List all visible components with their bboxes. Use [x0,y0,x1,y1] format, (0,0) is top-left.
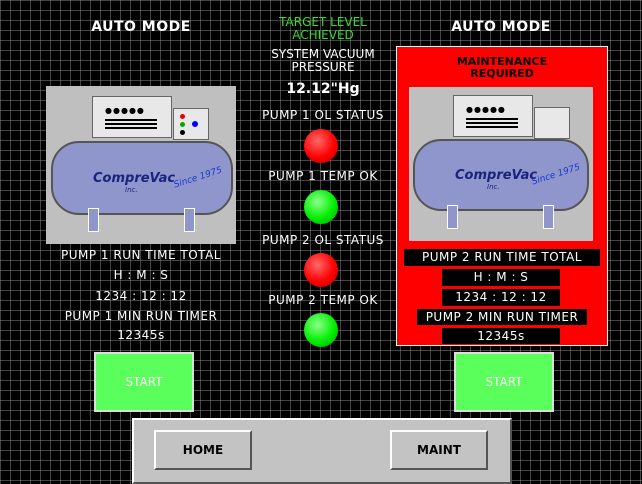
pump1-min-run-timer-label: PUMP 1 MIN RUN TIMER [64,309,218,323]
vacuum-pressure-value: 12.12"Hg [286,81,360,97]
pump1-run-time-total-label: PUMP 1 RUN TIME TOTAL [61,248,221,262]
pump1-hms-label: H : M : S [113,268,169,282]
pump1-tank-leg-right [184,208,195,232]
pump1-control-box [173,108,209,140]
pump1-start-button[interactable]: START [94,352,194,412]
pump2-logo: CompreVac [455,168,538,183]
pump1-temp-ok-label: PUMP 1 TEMP OK [268,169,378,183]
pump2-motor: ●●●●● [453,95,533,137]
pump2-temp-ok-label: PUMP 2 TEMP OK [268,293,378,307]
pump1-min-run-timer-value: 12345s [117,328,165,342]
pump2-tank-leg-left [447,205,458,229]
pump2-run-time-total-label: PUMP 2 RUN TIME TOTAL [404,249,600,266]
pump2-logo-since: Since 1975 [530,162,582,188]
pump2-mode-label: AUTO MODE [451,19,551,35]
maint-button[interactable]: MAINT [390,430,488,470]
pump2-ol-status-label: PUMP 2 OL STATUS [262,233,384,247]
pump1-logo-sub: Inc. [125,186,138,194]
pump1-mode-label: AUTO MODE [91,19,191,35]
pump1-graphic: ●●●●● CompreVac Inc. Since 1975 [46,86,236,244]
pump2-tank: CompreVac Inc. Since 1975 [413,139,589,211]
pump2-graphic: ●●●●● CompreVac Inc. Since 1975 [409,87,593,241]
pump1-tank: CompreVac Inc. Since 1975 [51,141,233,215]
pump1-logo-since: Since 1975 [172,165,224,191]
pump1-temp-ok-light [304,190,338,224]
pump2-tank-leg-right [543,205,554,229]
pump2-start-button[interactable]: START [454,352,554,412]
pump2-control-box [534,107,570,139]
pump1-ol-status-light [304,129,338,163]
pump2-alarm-panel: MAINTENANCE REQUIRED ●●●●● CompreVac Inc… [396,46,608,346]
maintenance-required-alert: MAINTENANCE REQUIRED [456,55,548,80]
pump2-min-run-timer-label: PUMP 2 MIN RUN TIMER [417,309,587,325]
pump2-run-time-value: 1234 : 12 : 12 [442,289,560,306]
pump2-temp-ok-light [304,313,338,347]
pump1-tank-leg-left [88,208,99,232]
pump2-ol-status-light [304,253,338,287]
pump1-ol-status-label: PUMP 1 OL STATUS [262,108,384,122]
home-button[interactable]: HOME [154,430,252,470]
vacuum-pressure-label: SYSTEM VACUUM PRESSURE [271,47,375,74]
pump1-run-time-value: 1234 : 12 : 12 [95,289,187,303]
pump1-logo: CompreVac [93,171,176,186]
target-level-status: TARGET LEVEL ACHIEVED [279,15,367,42]
pump2-min-run-timer-value: 12345s [442,328,560,344]
pump2-hms-label: H : M : S [442,269,560,286]
nav-panel: HOME MAINT [132,418,512,484]
pump2-logo-sub: Inc. [487,183,500,191]
pump1-motor: ●●●●● [92,96,172,138]
